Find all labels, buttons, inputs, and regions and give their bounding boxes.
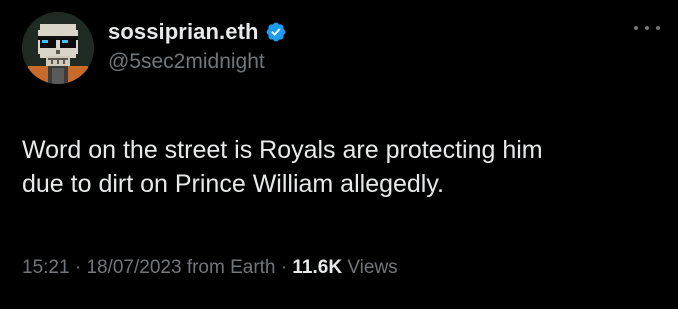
tweet-text-line-1: Word on the street is Royals are protect… [22, 136, 543, 164]
author-display-name[interactable]: sossiprian.eth [108, 19, 259, 45]
tweet-time[interactable]: 15:21 [22, 257, 70, 278]
tweet-card: sossiprian.eth @5sec2midnight Word on th… [0, 0, 678, 309]
tweet-header: sossiprian.eth @5sec2midnight [108, 16, 287, 74]
author-handle[interactable]: @5sec2midnight [108, 50, 287, 74]
views-count[interactable]: 11.6K [292, 257, 342, 278]
dot [656, 26, 660, 30]
avatar[interactable] [22, 12, 94, 84]
author-name-row: sossiprian.eth [108, 16, 287, 48]
dot [634, 26, 638, 30]
views-label: Views [347, 257, 398, 278]
verified-badge-icon [265, 21, 287, 43]
dot [645, 26, 649, 30]
meta-separator: · [280, 257, 288, 278]
tweet-text-line-2: due to dirt on Prince William allegedly. [22, 170, 444, 198]
tweet-source: from Earth [186, 257, 276, 278]
tweet-meta: 15:21 · 18/07/2023 from Earth · 11.6K Vi… [22, 257, 398, 279]
tweet-date[interactable]: 18/07/2023 [86, 257, 181, 278]
pixel-skull-avatar-icon [22, 12, 94, 84]
meta-separator: · [74, 257, 82, 278]
tweet-text: Word on the street is Royals are protect… [22, 133, 652, 201]
more-dots-icon[interactable] [634, 24, 660, 32]
